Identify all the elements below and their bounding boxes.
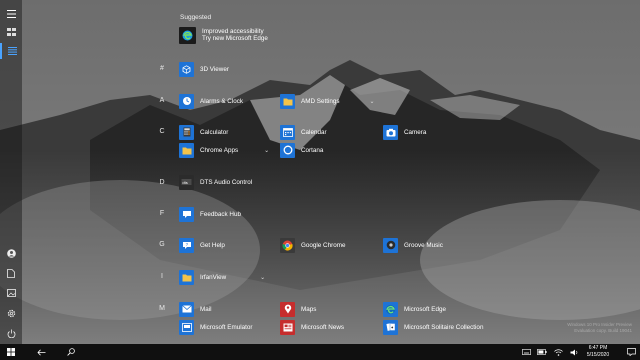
gear-icon	[7, 309, 15, 317]
tiles-view-button[interactable]	[2, 24, 20, 40]
cube-icon	[179, 61, 194, 77]
app-feedback-hub[interactable]: Feedback Hub	[179, 205, 241, 223]
start-button[interactable]	[4, 344, 18, 360]
battery-button[interactable]	[536, 344, 548, 360]
expand-menu-button[interactable]	[2, 6, 20, 22]
feedback-icon	[179, 206, 194, 222]
app-chrome-apps[interactable]: Chrome Apps ⌄	[179, 141, 269, 159]
calendar-icon	[280, 124, 295, 140]
news-icon	[280, 319, 295, 335]
hamburger-icon	[6, 10, 16, 18]
document-icon	[7, 268, 15, 278]
clock-icon	[179, 93, 194, 109]
documents-button[interactable]	[2, 265, 20, 281]
pictures-button[interactable]	[2, 285, 20, 301]
svg-text:♠: ♠	[391, 326, 393, 330]
power-button[interactable]	[2, 325, 20, 341]
back-arrow-icon	[36, 349, 45, 355]
app-microsoft-news[interactable]: Microsoft News	[280, 318, 344, 336]
app-groove-music[interactable]: Groove Music	[383, 236, 443, 254]
network-button[interactable]	[552, 344, 564, 360]
chevron-down-icon[interactable]: ⌄	[264, 147, 269, 154]
app-cortana[interactable]: Cortana	[280, 141, 323, 159]
app-maps[interactable]: Maps	[280, 300, 316, 318]
suggested-heading: Suggested	[180, 14, 212, 21]
letter-f[interactable]: F	[156, 210, 168, 217]
letter-c[interactable]: C	[156, 128, 168, 135]
all-apps-list: Suggested Improved accessibility Try new…	[150, 0, 510, 344]
keyboard-button[interactable]	[520, 344, 532, 360]
list-icon	[7, 47, 17, 55]
app-get-help[interactable]: ? Get Help	[179, 236, 225, 254]
app-google-chrome[interactable]: Google Chrome	[280, 236, 345, 254]
wifi-icon	[553, 348, 563, 356]
build-watermark: Windows 10 Pro Insider Preview Evaluatio…	[567, 322, 632, 333]
search-button[interactable]	[64, 344, 78, 360]
settings-button[interactable]	[2, 305, 20, 321]
mail-icon	[179, 301, 194, 317]
clock-date: 5/15/2020	[586, 352, 610, 358]
dts-icon: dts	[179, 174, 194, 190]
app-calculator[interactable]: Calculator	[179, 123, 228, 141]
folder-icon	[179, 142, 194, 158]
maps-icon	[280, 301, 295, 317]
edge-suggestion-icon	[179, 26, 196, 44]
all-apps-button[interactable]	[0, 43, 22, 59]
taskbar: 6:47 PM 5/15/2020	[0, 344, 640, 360]
svg-text:dts: dts	[182, 180, 187, 185]
power-icon	[7, 329, 15, 338]
help-icon: ?	[179, 237, 194, 253]
app-amd-settings[interactable]: AMD Settings ⌄	[280, 92, 375, 110]
action-center-button[interactable]	[624, 344, 638, 360]
cards-icon: ♠	[383, 319, 398, 335]
taskbar-clock[interactable]: 6:47 PM 5/15/2020	[578, 345, 618, 359]
letter-g[interactable]: G	[156, 241, 168, 248]
app-mail[interactable]: Mail	[179, 300, 212, 318]
emulator-icon	[179, 319, 194, 335]
groove-icon	[383, 237, 398, 253]
start-nav-rail	[0, 0, 22, 344]
calculator-icon	[179, 124, 194, 140]
letter-m[interactable]: M	[156, 305, 168, 312]
notifications-icon	[626, 348, 636, 356]
tiles-icon	[6, 28, 16, 36]
app-solitaire[interactable]: ♠ Microsoft Solitaire Collection	[383, 318, 483, 336]
app-alarms-clock[interactable]: Alarms & Clock	[179, 92, 243, 110]
keyboard-icon	[521, 349, 531, 355]
suggested-line2: Try new Microsoft Edge	[202, 35, 268, 42]
suggested-line1: Improved accessibility	[202, 27, 264, 35]
folder-icon	[280, 93, 295, 109]
camera-icon	[383, 124, 398, 140]
app-camera[interactable]: Camera	[383, 123, 426, 141]
chevron-down-icon[interactable]: ⌄	[370, 98, 375, 105]
pictures-icon	[6, 289, 16, 297]
letter-a[interactable]: A	[156, 97, 168, 104]
chrome-icon	[280, 237, 295, 253]
folder-icon	[179, 269, 194, 285]
user-icon	[6, 248, 16, 258]
letter-hash[interactable]: #	[156, 65, 168, 72]
cortana-icon	[280, 142, 295, 158]
letter-d[interactable]: D	[156, 179, 168, 186]
search-icon	[67, 348, 75, 356]
edge-icon	[383, 301, 398, 317]
back-button[interactable]	[34, 344, 48, 360]
chevron-down-icon[interactable]: ⌄	[260, 274, 265, 281]
app-irfanview[interactable]: IrfanView ⌄	[179, 268, 265, 286]
suggested-edge-item[interactable]: Improved accessibility Try new Microsoft…	[179, 25, 268, 45]
app-microsoft-emulator[interactable]: Microsoft Emulator	[179, 318, 253, 336]
app-3d-viewer[interactable]: 3D Viewer	[179, 60, 229, 78]
app-calendar[interactable]: Calendar	[280, 123, 327, 141]
app-microsoft-edge[interactable]: Microsoft Edge	[383, 300, 446, 318]
windows-logo-icon	[7, 348, 15, 356]
letter-i[interactable]: I	[156, 273, 168, 280]
user-account-button[interactable]	[2, 245, 20, 261]
battery-icon	[537, 349, 547, 355]
app-dts-audio[interactable]: dts DTS Audio Control	[179, 173, 252, 191]
clock-time: 6:47 PM	[588, 345, 608, 351]
